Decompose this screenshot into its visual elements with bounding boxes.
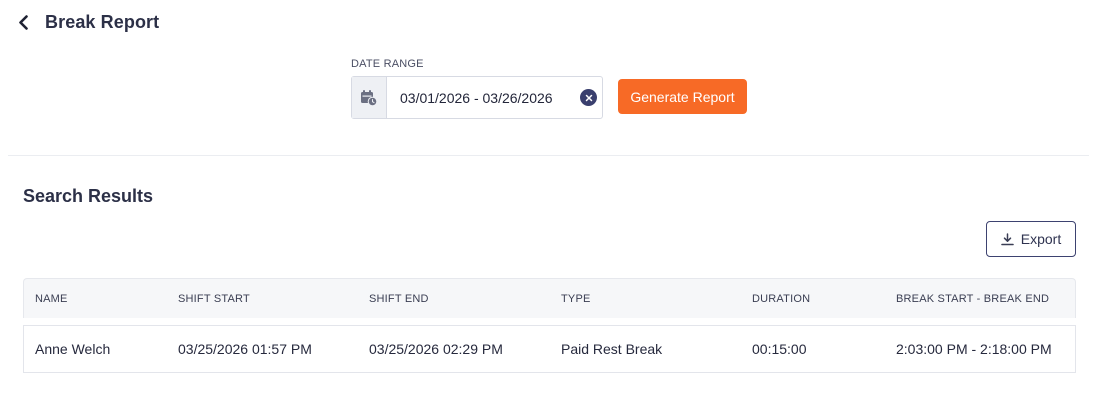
search-results-title: Search Results <box>23 186 154 206</box>
date-range-label: DATE RANGE <box>351 58 424 70</box>
cell-name: Anne Welch <box>35 341 111 357</box>
page-title: Break Report <box>45 11 160 32</box>
generate-report-button[interactable]: Generate Report <box>618 79 747 114</box>
download-icon <box>1000 232 1014 245</box>
chevron-left-icon <box>18 14 28 30</box>
column-header-shift-end: SHIFT END <box>369 292 429 305</box>
page-header: Break Report <box>14 10 159 34</box>
column-header-type: TYPE <box>561 292 591 305</box>
export-button[interactable]: Export <box>986 221 1076 257</box>
table-row[interactable]: Anne Welch 03/25/2026 01:57 PM 03/25/202… <box>23 325 1076 373</box>
cell-duration: 00:15:00 <box>752 341 807 357</box>
close-icon <box>585 94 592 101</box>
table-header: NAME SHIFT START SHIFT END TYPE DURATION… <box>23 278 1076 318</box>
calendar-button[interactable] <box>352 77 387 118</box>
cell-type: Paid Rest Break <box>561 341 663 357</box>
cell-shift-start: 03/25/2026 01:57 PM <box>178 341 312 357</box>
column-header-name: NAME <box>35 292 68 305</box>
clear-date-button[interactable] <box>580 89 597 106</box>
results-table: NAME SHIFT START SHIFT END TYPE DURATION… <box>23 278 1076 373</box>
date-range-picker[interactable]: 03/01/2026 - 03/26/2026 <box>351 76 603 119</box>
divider <box>8 155 1089 156</box>
back-button[interactable] <box>14 10 32 34</box>
date-range-filter: DATE RANGE 03/01/2026 - 03/26/2026 <box>351 58 603 119</box>
column-header-break-range: BREAK START - BREAK END <box>896 292 1050 305</box>
calendar-clock-icon <box>361 89 378 106</box>
cell-break-range: 2:03:00 PM - 2:18:00 PM <box>896 341 1052 357</box>
cell-shift-end: 03/25/2026 02:29 PM <box>369 341 503 357</box>
date-range-input[interactable]: 03/01/2026 - 03/26/2026 <box>387 77 602 118</box>
column-header-duration: DURATION <box>752 292 811 305</box>
column-header-shift-start: SHIFT START <box>178 292 250 305</box>
export-label: Export <box>1020 231 1062 247</box>
